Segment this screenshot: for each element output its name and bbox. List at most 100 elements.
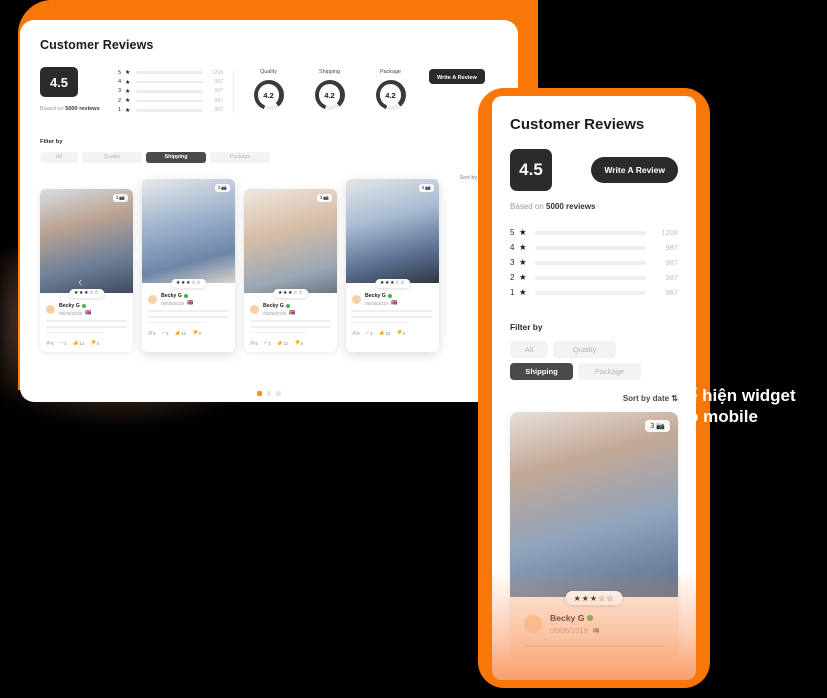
review-footer-stats: ▤ 5 ↩ 1 👍 12 👎 0 xyxy=(46,340,127,346)
rating-bar-track xyxy=(136,71,203,74)
filter-chip-all[interactable]: All xyxy=(40,151,78,163)
mobile-review-card[interactable]: 3 📷 ★★★☆☆ Becky G 05/06/2019 🇬🇧 xyxy=(510,412,678,657)
replies-stat[interactable]: ↩ 1 xyxy=(264,340,271,346)
photos-stat: ▤ 5 xyxy=(46,340,54,346)
likes-stat[interactable]: 👍 12 xyxy=(73,340,84,346)
desktop-review-widget: Customer Reviews 4.5 Based on 5000 revie… xyxy=(20,20,518,402)
review-author: Becky G 05/06/2019 🇬🇧 xyxy=(148,293,229,306)
review-card[interactable]: 3 📷 ★★★☆☆ Becky G 05/06/2019 🇬🇧 ▤ 5 ↩ 1 👍 12 👎 0 xyxy=(346,178,439,353)
dislikes-stat[interactable]: 👎 0 xyxy=(396,330,405,336)
dislikes-count: 0 xyxy=(198,330,202,336)
review-card[interactable]: 3 📷 ★★★☆☆ Becky G 05/06/2019 🇬🇧 ▤ 5 ↩ 1 👍 12 👎 0 xyxy=(244,188,337,353)
like-icon: 👍 xyxy=(72,340,79,346)
desktop-page-title: Customer Reviews xyxy=(40,38,154,52)
photos-stat: ▤ 5 xyxy=(250,340,258,346)
likes-stat[interactable]: 👍 12 xyxy=(175,330,186,336)
mobile-sort-control[interactable]: Sort by date ⇅ xyxy=(623,394,678,403)
dislike-icon: 👎 xyxy=(294,340,300,346)
based-on-value: 5000 reviews xyxy=(65,106,100,112)
photo-count-badge: 3 📷 xyxy=(418,183,434,192)
review-photo[interactable]: 3 📷 ★★★☆☆ xyxy=(40,188,133,298)
desktop-write-review-button[interactable]: Write A Review xyxy=(429,69,485,84)
photo-count: 3 xyxy=(421,185,425,191)
dislikes-stat[interactable]: 👎 0 xyxy=(294,340,303,346)
mobile-rating-level: 3 xyxy=(510,258,515,267)
dislikes-stat[interactable]: 👎 0 xyxy=(90,340,99,346)
photos-count: 5 xyxy=(153,330,156,336)
replies-stat[interactable]: ↩ 1 xyxy=(60,340,67,346)
review-photo[interactable]: 3 📷 ★★★☆☆ xyxy=(346,178,439,288)
rating-level: 3 xyxy=(118,88,122,95)
gauge-label: Package xyxy=(380,69,401,75)
review-body: Becky G 05/06/2019 🇬🇧 ▤ 5 ↩ 1 👍 12 👎 0 xyxy=(244,293,337,352)
star-icon: ★ xyxy=(519,257,527,267)
replies-stat[interactable]: ↩ 1 xyxy=(162,330,169,336)
replies-stat[interactable]: ↩ 1 xyxy=(366,330,373,336)
filter-chip-package[interactable]: Package xyxy=(210,151,270,163)
screenshot-stage: Customer Reviews 4.5 Based on 5000 revie… xyxy=(0,0,827,698)
review-photo[interactable]: 3 📷 ★★★☆☆ xyxy=(244,188,337,298)
pagination-dot[interactable] xyxy=(266,391,272,396)
gauge-ring: 4.2 xyxy=(253,80,284,110)
photo-count: 3 xyxy=(217,185,221,191)
star-icon: ★ xyxy=(125,70,131,77)
review-text-placeholder xyxy=(250,320,331,323)
mobile-sort-label: Sort by date xyxy=(622,394,670,403)
mobile-rating-bar-row: 2 ★ 987 xyxy=(510,270,678,285)
rating-bar-row: 2 ★ 987 xyxy=(118,96,223,105)
review-photo[interactable]: 3 📷 ★★★☆☆ xyxy=(142,178,235,288)
star-icon: ★ xyxy=(125,79,131,86)
desktop-summary-section: 4.5 Based on 5000 reviews 5 ★ 1208 4 ★ 987 3 ★ 9… xyxy=(40,67,498,115)
country-flag-icon: 🇬🇧 xyxy=(289,310,296,317)
mobile-based-on-value: 5000 reviews xyxy=(546,202,596,211)
desktop-filter-label: Filter by xyxy=(40,138,63,145)
rating-bar-row: 3 ★ 987 xyxy=(118,87,223,96)
reply-icon: ↩ xyxy=(161,330,166,336)
carousel-prev-icon[interactable]: ‹ xyxy=(78,275,82,288)
mobile-filter-chip-quality[interactable]: Quality xyxy=(553,341,616,358)
dislikes-stat[interactable]: 👎 0 xyxy=(192,330,201,336)
likes-stat[interactable]: 👍 12 xyxy=(277,340,288,346)
review-date-row: 05/06/2019 🇬🇧 xyxy=(263,310,295,316)
mobile-filter-chip-all[interactable]: All xyxy=(510,341,548,358)
review-body: Becky G 05/06/2019 🇬🇧 ▤ 5 ↩ 1 👍 12 👎 0 xyxy=(142,283,235,342)
replies-count: 1 xyxy=(166,330,169,336)
author-name: Becky G xyxy=(263,302,284,309)
review-text-placeholder xyxy=(250,331,309,334)
mobile-rating-bar-row: 5 ★ 1208 xyxy=(510,225,678,240)
desktop-filter-chip-group: All Quality Shipping Package xyxy=(40,151,498,163)
author-name-row: Becky G xyxy=(161,293,193,299)
caption-line-1: ể hiện widget xyxy=(688,386,796,405)
mobile-filter-chip-shipping[interactable]: Shipping xyxy=(510,363,573,380)
mobile-rating-count: 987 xyxy=(665,258,678,267)
photos-count: 5 xyxy=(51,340,54,346)
filter-chip-shipping[interactable]: Shipping xyxy=(146,151,206,163)
carousel-pagination xyxy=(20,391,518,396)
likes-count: 12 xyxy=(181,330,187,336)
review-author: Becky G 05/06/2019 🇬🇧 xyxy=(250,302,331,316)
avatar xyxy=(524,615,542,633)
mobile-filter-chip-package[interactable]: Package xyxy=(578,363,641,380)
reply-icon: ↩ xyxy=(263,340,268,346)
camera-icon: 📷 xyxy=(221,184,227,190)
author-name: Becky G xyxy=(59,302,80,309)
gauge-label: Shipping xyxy=(319,69,340,75)
review-card[interactable]: 3 📷 ★★★☆☆ Becky G 05/06/2019 🇬🇧 ▤ 5 ↩ 1 👍 12 👎 0 xyxy=(40,188,133,353)
mobile-review-photo[interactable]: 3 📷 ★★★☆☆ xyxy=(510,412,678,605)
review-card[interactable]: 3 📷 ★★★☆☆ Becky G 05/06/2019 🇬🇧 ▤ 5 ↩ 1 👍 12 👎 0 xyxy=(142,178,235,353)
review-body: Becky G 05/06/2019 🇬🇧 ▤ 5 ↩ 1 👍 12 👎 0 xyxy=(40,293,133,352)
likes-stat[interactable]: 👍 12 xyxy=(379,330,390,336)
pagination-dot[interactable] xyxy=(276,391,281,396)
rating-bar-row: 4 ★ 987 xyxy=(118,77,223,86)
rating-count: 987 xyxy=(214,97,223,104)
gauge-value: 4.2 xyxy=(263,90,274,100)
review-text-placeholder xyxy=(352,321,411,324)
review-stars: ★★★☆☆ xyxy=(272,288,309,298)
review-date-row: 05/06/2019 🇬🇧 xyxy=(365,300,397,306)
gauge-quality: Quality 4.2 xyxy=(246,69,291,110)
mobile-write-review-button[interactable]: Write A Review xyxy=(591,157,678,183)
pagination-dot[interactable] xyxy=(257,391,262,396)
photos-count: 5 xyxy=(255,340,258,346)
filter-chip-quality[interactable]: Quality xyxy=(82,151,142,163)
avatar xyxy=(148,295,157,305)
